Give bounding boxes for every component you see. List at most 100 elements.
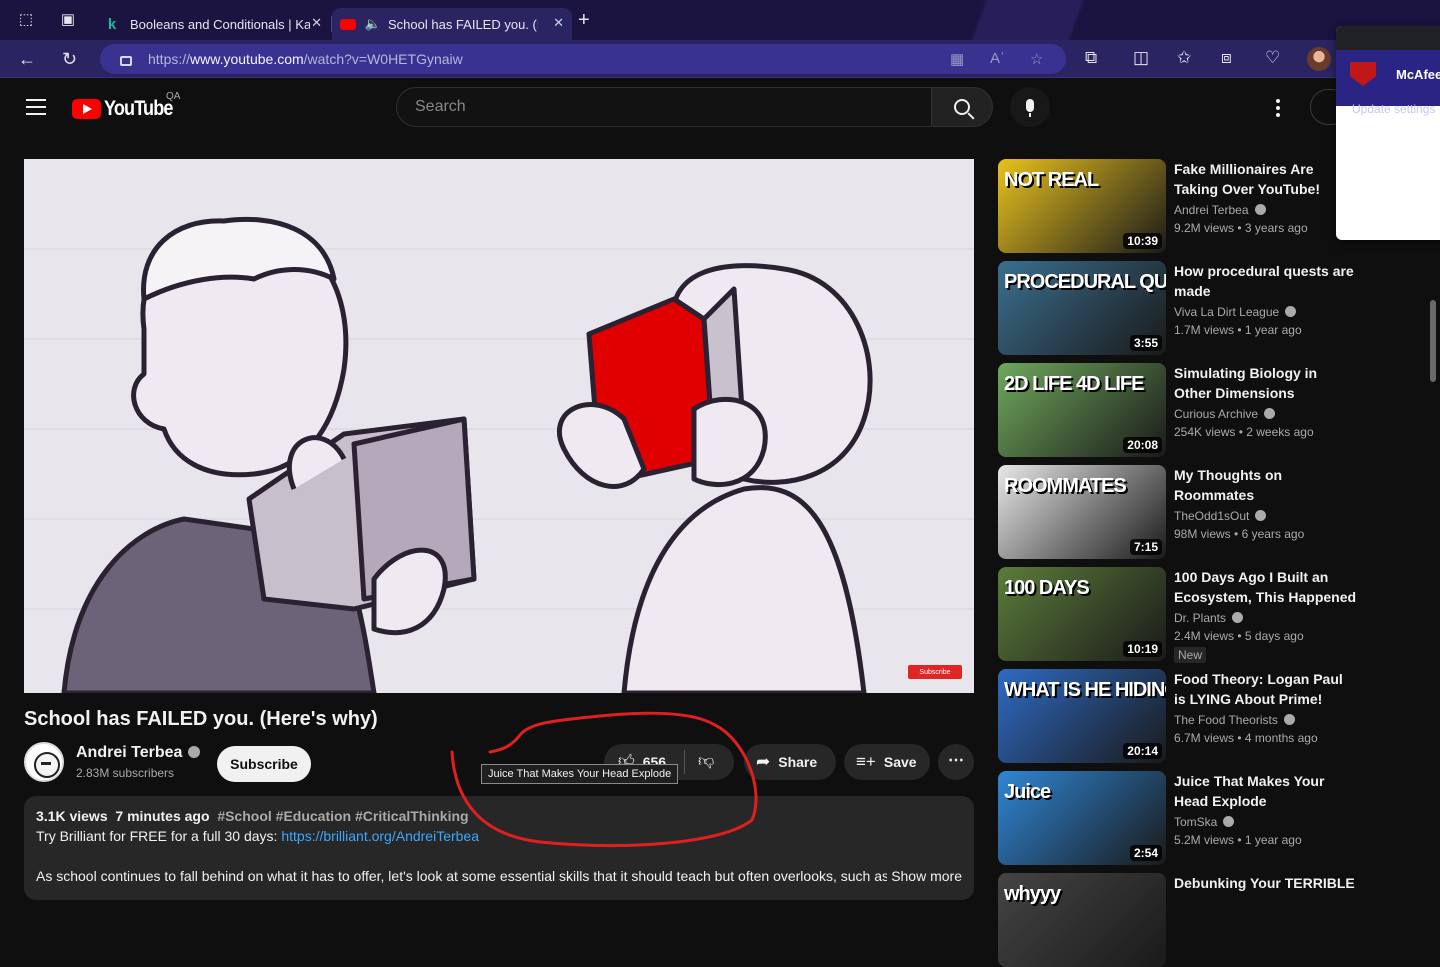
recommendation-channel[interactable]: TheOdd1sOut: [1174, 509, 1249, 523]
speaker-icon[interactable]: 🔈: [365, 16, 381, 32]
new-badge: New: [1174, 647, 1207, 663]
recommendation-channel[interactable]: The Food Theorists: [1174, 713, 1278, 727]
thumbnail-text: whyyy: [1004, 883, 1061, 905]
profile-avatar[interactable]: [1307, 47, 1331, 71]
extensions-icon[interactable]: ⧉: [1085, 48, 1097, 68]
recommendation-item[interactable]: WHAT IS HE HIDING? 20:14 Food Theory: Loga…: [998, 669, 1358, 763]
recommendation-channel[interactable]: Andrei Terbea: [1174, 203, 1249, 217]
recommendation-title[interactable]: Simulating Biology in Other Dimensions: [1174, 363, 1358, 403]
channel-avatar[interactable]: [24, 742, 64, 782]
subscribe-button[interactable]: Subscribe: [217, 746, 311, 782]
subscribe-watermark[interactable]: Subscribe: [908, 665, 962, 679]
recommendation-thumbnail[interactable]: PROCEDURAL QUESTS 3:55: [998, 261, 1166, 355]
favorite-star-icon[interactable]: ☆: [1030, 50, 1043, 68]
recommendation-title[interactable]: Juice That Makes Your Head Explode: [1174, 771, 1358, 811]
voice-search-button[interactable]: [1010, 87, 1050, 127]
video-duration: 3:55: [1129, 335, 1162, 351]
more-actions-button[interactable]: ⋯: [938, 744, 974, 780]
recommendation-channel[interactable]: TomSka: [1174, 815, 1217, 829]
recommendation-item[interactable]: PROCEDURAL QUESTS 3:55 How procedural ques…: [998, 261, 1358, 355]
khan-academy-icon: k: [107, 15, 117, 33]
description-meta: 3.1K views 7 minutes ago #School #Educat…: [36, 808, 962, 824]
lock-icon[interactable]: [120, 56, 132, 66]
verified-icon: [188, 745, 201, 758]
recommendation-thumbnail[interactable]: ROOMMATES 7:15: [998, 465, 1166, 559]
recommendation-item[interactable]: 2D LIFE 4D LIFE 20:08 Simulating Biology i…: [998, 363, 1358, 457]
dislike-button[interactable]: 👎︎: [698, 752, 714, 771]
recommendation-channel-row: Dr. Plants: [1174, 611, 1358, 625]
menu-icon[interactable]: [26, 99, 46, 115]
recommendation-age: 3 years ago: [1244, 221, 1308, 235]
close-tab-icon[interactable]: ✕: [553, 15, 564, 31]
video-player[interactable]: Subscribe: [24, 159, 974, 693]
recommendation-channel[interactable]: Viva La Dirt League: [1174, 305, 1279, 319]
brilliant-link[interactable]: https://brilliant.org/AndreiTerbea: [281, 828, 479, 844]
recommendation-title[interactable]: How procedural quests are made: [1174, 261, 1358, 301]
mcafee-popup[interactable]: McAfee Update settings: [1336, 26, 1440, 240]
video-duration: 20:08: [1123, 437, 1162, 453]
recommendation-thumbnail[interactable]: Juice 2:54: [998, 771, 1166, 865]
refresh-icon[interactable]: ↻: [62, 49, 77, 69]
scrollbar-thumb[interactable]: [1430, 300, 1436, 382]
read-aloud-icon[interactable]: Aʾ: [990, 50, 1005, 67]
scrollbar[interactable]: [1428, 240, 1440, 900]
thumbnail-text: PROCEDURAL QUESTS: [1004, 271, 1166, 293]
channel-name[interactable]: Andrei Terbea: [76, 744, 182, 761]
recommendation-item[interactable]: ROOMMATES 7:15 My Thoughts on Roommates The…: [998, 465, 1358, 559]
recommendation-title[interactable]: Food Theory: Logan Paul is LYING About P…: [1174, 669, 1358, 709]
popup-header: [1336, 26, 1440, 50]
recommendation-title[interactable]: My Thoughts on Roommates: [1174, 465, 1358, 505]
recommendation-item[interactable]: NOT REAL 10:39 Fake Millionaires Are Takin…: [998, 159, 1358, 253]
settings-menu-icon[interactable]: [1276, 99, 1282, 120]
recommendation-item[interactable]: 100 DAYS 10:19 100 Days Ago I Built an Eco…: [998, 567, 1358, 663]
recommendation-title[interactable]: 100 Days Ago I Built an Ecosystem, This …: [1174, 567, 1358, 607]
search-input[interactable]: [415, 98, 895, 116]
recommendation-title[interactable]: Fake Millionaires Are Taking Over YouTub…: [1174, 159, 1358, 199]
mcafee-subtitle[interactable]: Update settings: [1352, 102, 1435, 116]
recommendation-channel[interactable]: Curious Archive: [1174, 407, 1258, 421]
browser-essentials-icon[interactable]: ♡: [1265, 48, 1280, 68]
recommendation-meta: 2.4M views • 5 days ago: [1174, 629, 1304, 643]
close-tab-icon[interactable]: ✕: [311, 15, 322, 31]
recommendation-channel[interactable]: Dr. Plants: [1174, 611, 1226, 625]
thumbnail-text: WHAT IS HE HIDING?: [1004, 679, 1166, 701]
hashtags[interactable]: #School #Education #CriticalThinking: [217, 808, 468, 824]
url-field[interactable]: https://www.youtube.com/watch?v=W0HETGyn…: [100, 44, 1066, 74]
youtube-logo[interactable]: YouTube QA: [72, 91, 184, 121]
mcafee-shield-icon: [1350, 62, 1376, 86]
recommendation-thumbnail[interactable]: NOT REAL 10:39: [998, 159, 1166, 253]
recommendation-thumbnail[interactable]: 2D LIFE 4D LIFE 20:08: [998, 363, 1166, 457]
recommendation-channel-row: Curious Archive: [1174, 407, 1358, 421]
tab-youtube[interactable]: 🔈 School has FAILED you. (H ✕: [332, 8, 572, 40]
share-button[interactable]: ➦ Share: [744, 744, 836, 780]
new-tab-icon[interactable]: +: [578, 10, 590, 30]
show-more-button[interactable]: Show more: [887, 868, 962, 884]
recommendation-channel-row: TomSka: [1174, 815, 1358, 829]
recommendation-thumbnail[interactable]: WHAT IS HE HIDING? 20:14: [998, 669, 1166, 763]
workspaces-icon[interactable]: ⬚: [16, 10, 36, 30]
video-title: School has FAILED you. (Here's why): [24, 708, 378, 730]
description-preview: As school continues to fall behind on wh…: [36, 868, 890, 884]
verified-icon: [1232, 612, 1244, 624]
split-screen-icon[interactable]: ◫: [1133, 48, 1149, 68]
recommendation-channel-row: TheOdd1sOut: [1174, 509, 1358, 523]
description-box[interactable]: 3.1K views 7 minutes ago #School #Educat…: [24, 796, 974, 900]
favorites-icon[interactable]: ✩: [1177, 48, 1191, 68]
recommendation-meta: 9.2M views • 3 years ago: [1174, 221, 1308, 235]
search-button[interactable]: [931, 87, 993, 127]
country-code: QA: [166, 91, 181, 102]
tab-actions-icon[interactable]: ▣: [58, 10, 78, 30]
thumbnail-text: ROOMMATES: [1004, 475, 1127, 497]
collections-icon[interactable]: ⧈: [1221, 48, 1232, 68]
channel-name-row[interactable]: Andrei Terbea: [76, 744, 201, 762]
recommendation-thumbnail[interactable]: 100 DAYS 10:19: [998, 567, 1166, 661]
recommendation-thumbnail[interactable]: whyyy: [998, 873, 1166, 967]
recommendation-item[interactable]: Juice 2:54 Juice That Makes Your Head Expl…: [998, 771, 1358, 865]
save-button[interactable]: ≡+ Save: [844, 744, 930, 780]
app-available-icon[interactable]: ▦: [950, 50, 964, 68]
recommendation-info: Simulating Biology in Other Dimensions Cu…: [1174, 363, 1358, 439]
tab-khan-academy[interactable]: k Booleans and Conditionals | Ka ✕: [98, 8, 332, 40]
recommendation-title[interactable]: Debunking Your TERRIBLE: [1174, 873, 1358, 893]
recommendation-item[interactable]: whyyy Debunking Your TERRIBLE: [998, 873, 1358, 967]
back-icon[interactable]: ←: [18, 49, 36, 69]
